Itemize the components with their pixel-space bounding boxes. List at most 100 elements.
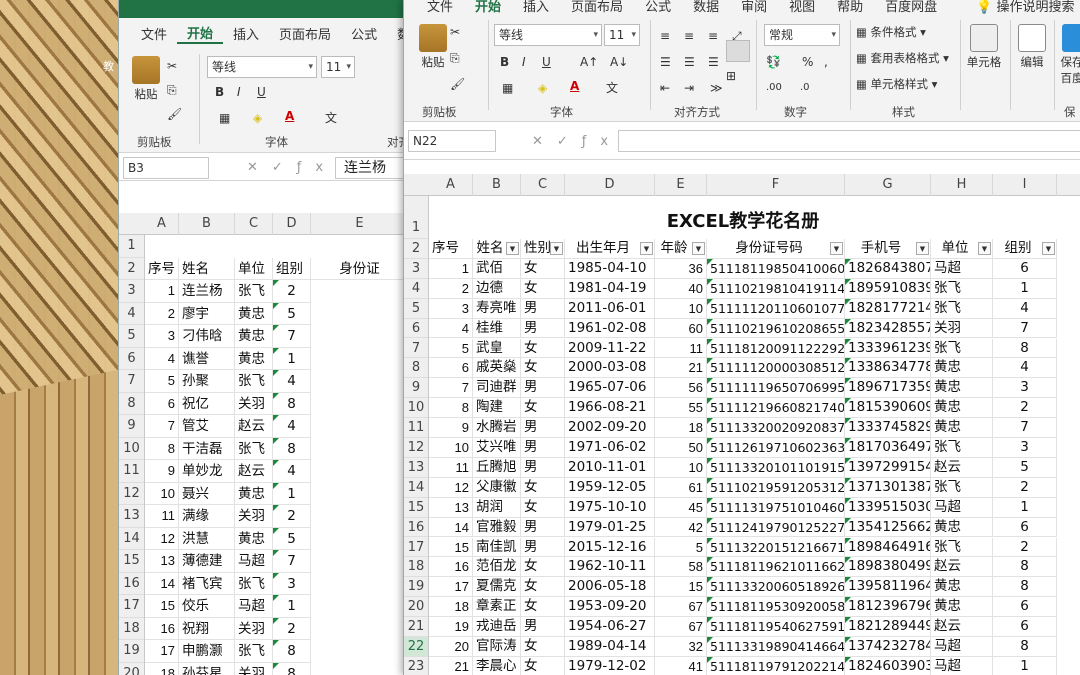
cell[interactable]: 511181195406275911 [707, 617, 845, 637]
cell[interactable]: 6 [993, 597, 1057, 618]
cell[interactable]: 511181198504100603 [707, 258, 845, 279]
cell[interactable]: 女 [521, 477, 565, 498]
cell[interactable]: 61 [655, 477, 707, 498]
header-cell-5[interactable]: 身份证号码 [707, 239, 845, 259]
cell[interactable]: 1 [993, 497, 1057, 518]
cell[interactable]: 511102195912053125 [707, 477, 845, 498]
cell[interactable]: 5 [655, 537, 707, 558]
tab-0[interactable]: 文件 [416, 0, 464, 15]
cell[interactable]: 8 [145, 437, 179, 460]
cell[interactable]: 申鹏灏 [179, 640, 235, 663]
cell[interactable]: 1 [273, 595, 311, 618]
cell[interactable]: 黄忠 [235, 482, 273, 505]
filter-dropdown-icon[interactable]: ▼ [692, 242, 705, 255]
cell[interactable]: 男 [521, 517, 565, 538]
row-header-19[interactable]: 19 [119, 640, 144, 663]
excel-window-back[interactable]: 文件开始插入页面布局公式数据 粘贴 ✂ ⎘ 🖌 剪贴板 等线▾ 11▾ B I … [118, 0, 408, 675]
cell[interactable]: 5 [273, 302, 311, 325]
cell[interactable]: 黄忠 [235, 302, 273, 325]
font-name-select[interactable]: 等线 ▾ [207, 56, 317, 78]
cell[interactable]: 男 [521, 418, 565, 438]
formula-input[interactable] [618, 130, 1080, 152]
row-header-18[interactable]: 18 [119, 618, 144, 640]
column-header-I[interactable]: I [993, 174, 1057, 196]
cell[interactable]: 黄忠 [235, 325, 273, 348]
cell[interactable]: 1953-09-20 [565, 597, 655, 618]
row-header-18[interactable]: 18 [404, 557, 428, 578]
cell[interactable]: 1985-04-10 [565, 258, 655, 279]
paste-button[interactable]: 粘贴 [416, 24, 450, 70]
cell[interactable]: 45 [655, 497, 707, 518]
row-header-15[interactable]: 15 [119, 550, 144, 573]
cell[interactable]: 关羽 [235, 617, 273, 640]
cell[interactable]: 1979-12-02 [565, 656, 655, 675]
row-header-3[interactable]: 3 [119, 280, 144, 303]
cell[interactable]: 56 [655, 378, 707, 399]
cell[interactable]: 7 [993, 418, 1057, 438]
row-header-17[interactable]: 17 [404, 538, 428, 558]
border-icon[interactable]: ▦ [502, 80, 513, 96]
cell[interactable]: 聂兴 [179, 482, 235, 505]
row-header-9[interactable]: 9 [119, 415, 144, 438]
cell[interactable]: 李晨心 [473, 656, 521, 675]
bold-button[interactable]: B [500, 54, 509, 70]
filter-dropdown-icon[interactable]: ▼ [550, 242, 563, 255]
cell[interactable]: 14 [429, 517, 473, 538]
filter-dropdown-icon[interactable]: ▼ [916, 242, 929, 255]
row-header-11[interactable]: 11 [119, 460, 144, 483]
row-header-7[interactable]: 7 [404, 339, 428, 359]
cell[interactable]: 7 [273, 325, 311, 348]
cell[interactable]: 6 [993, 258, 1057, 279]
formula-input[interactable]: 连兰杨 [335, 157, 408, 179]
format-painter-icon[interactable]: 🖌 [450, 76, 465, 92]
filter-dropdown-icon[interactable]: ▼ [830, 242, 843, 255]
header-cell-4[interactable]: 身份证 [311, 258, 408, 280]
tab-9[interactable]: 百度网盘 [874, 0, 948, 15]
cell[interactable]: 赵云 [931, 457, 993, 478]
tab-8[interactable]: 帮助 [826, 0, 874, 15]
cell[interactable]: 12 [429, 477, 473, 498]
cell[interactable]: 女 [521, 597, 565, 618]
cell[interactable]: 511111201106010776 [707, 298, 845, 319]
cell[interactable]: 1962-10-11 [565, 557, 655, 578]
cell[interactable]: 11 [655, 338, 707, 359]
cell[interactable]: 洪慧 [179, 527, 235, 550]
cell[interactable]: 薄德建 [179, 550, 235, 573]
column-header-F[interactable]: F [707, 174, 845, 196]
row-header-8[interactable]: 8 [404, 358, 428, 379]
tab-0[interactable]: 文件 [131, 24, 177, 43]
cell[interactable]: 18246039034 [845, 656, 931, 675]
cell[interactable]: 1966-08-21 [565, 398, 655, 419]
cell[interactable]: 1961-02-08 [565, 318, 655, 339]
cell[interactable]: 13386347785 [845, 358, 931, 379]
cell[interactable]: 18967173595 [845, 378, 931, 399]
cell[interactable]: 祝翔 [179, 617, 235, 640]
cell[interactable]: 干洁磊 [179, 437, 235, 460]
cell[interactable]: 马超 [931, 497, 993, 518]
cell[interactable]: 边德 [473, 278, 521, 299]
cell[interactable]: 7 [273, 550, 311, 573]
cell[interactable]: 18 [145, 662, 179, 675]
italic-button[interactable]: I [522, 54, 526, 70]
tab-1[interactable]: 开始 [177, 23, 224, 44]
cell[interactable]: 关羽 [235, 662, 273, 675]
cell[interactable]: 张飞 [235, 640, 273, 663]
header-cell-3[interactable]: 组别 [273, 257, 311, 280]
column-header-C[interactable]: C [235, 213, 273, 235]
cell[interactable]: 官雅毅 [473, 517, 521, 538]
cell[interactable]: 1975-10-10 [565, 497, 655, 518]
cell[interactable]: 2 [273, 617, 311, 640]
cell[interactable]: 范佰龙 [473, 557, 521, 578]
cell[interactable]: 单妙龙 [179, 460, 235, 483]
underline-button[interactable]: U [542, 54, 551, 70]
cell[interactable]: 21 [655, 358, 707, 379]
cell[interactable]: 1 [993, 656, 1057, 675]
row-header-5[interactable]: 5 [404, 299, 428, 319]
align-bottom-icon[interactable]: ≡ [708, 28, 718, 44]
tab-2[interactable]: 插入 [223, 24, 269, 43]
cell[interactable]: 张飞 [931, 278, 993, 299]
cell[interactable]: 1 [273, 347, 311, 370]
cell[interactable]: 2010-11-01 [565, 457, 655, 478]
cell[interactable]: 13972991546 [845, 457, 931, 478]
cell[interactable]: 黄忠 [235, 347, 273, 370]
